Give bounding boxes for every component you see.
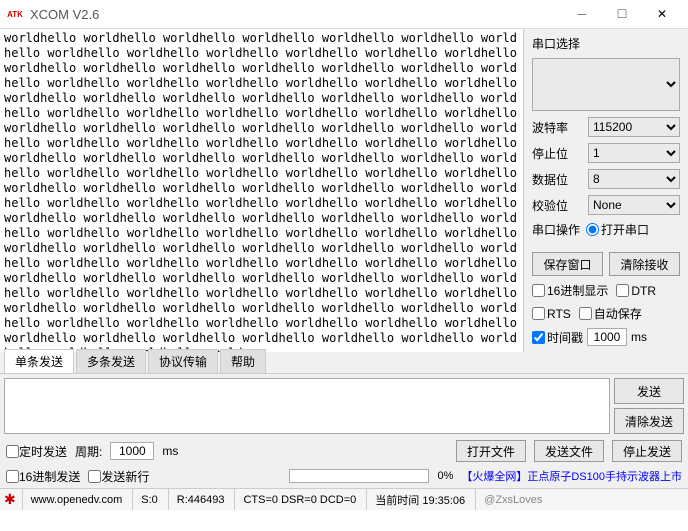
send-newline-checkbox[interactable]: 发送新行 <box>88 468 149 485</box>
send-button[interactable]: 发送 <box>614 378 684 404</box>
clear-recv-button[interactable]: 清除接收 <box>609 252 680 276</box>
stop-send-button[interactable]: 停止发送 <box>612 440 682 462</box>
send-tabs: 单条发送 多条发送 协议传输 帮助 <box>0 352 688 374</box>
tab-single-send[interactable]: 单条发送 <box>4 349 74 373</box>
tab-multi-send[interactable]: 多条发送 <box>76 349 146 373</box>
hex-display-checkbox[interactable]: 16进制显示 <box>532 282 608 299</box>
period-label: 周期: <box>75 443 102 460</box>
status-r: R:446493 <box>168 489 233 510</box>
baud-select[interactable]: 115200 <box>588 117 680 137</box>
autosave-checkbox[interactable]: 自动保存 <box>579 305 642 322</box>
gear-icon[interactable]: ✱ <box>4 491 20 508</box>
dtr-checkbox[interactable]: DTR <box>616 284 656 298</box>
ms-label-2: ms <box>162 444 178 458</box>
baud-label: 波特率 <box>532 119 582 136</box>
rts-checkbox[interactable]: RTS <box>532 307 571 321</box>
promo-link[interactable]: 【火爆全网】正点原子DS100手持示波器上市 <box>461 468 682 484</box>
titlebar: ATK XCOM V2.6 ─ ☐ ✕ <box>0 0 688 29</box>
port-select-label: 串口选择 <box>532 35 680 52</box>
op-label: 串口操作 <box>532 221 582 238</box>
port-select[interactable] <box>532 58 680 111</box>
send-file-button[interactable]: 发送文件 <box>534 440 604 462</box>
timestamp-checkbox[interactable]: 时间戳 <box>532 329 583 346</box>
timed-send-checkbox[interactable]: 定时发送 <box>6 443 67 460</box>
close-button[interactable]: ✕ <box>642 0 682 28</box>
timestamp-input[interactable] <box>587 328 627 346</box>
serial-settings-panel: 串口选择 波特率 115200 停止位 1 数据位 8 校验位 None 串口操… <box>523 29 688 352</box>
parity-label: 校验位 <box>532 197 582 214</box>
tab-help[interactable]: 帮助 <box>220 349 266 373</box>
stop-select[interactable]: 1 <box>588 143 680 163</box>
data-select[interactable]: 8 <box>588 169 680 189</box>
save-window-button[interactable]: 保存窗口 <box>532 252 603 276</box>
status-cts: CTS=0 DSR=0 DCD=0 <box>234 489 364 510</box>
open-file-button[interactable]: 打开文件 <box>456 440 526 462</box>
data-label: 数据位 <box>532 171 582 188</box>
status-url[interactable]: www.openedv.com <box>22 489 131 510</box>
status-bar: ✱ www.openedv.com S:0 R:446493 CTS=0 DSR… <box>0 488 688 510</box>
maximize-button[interactable]: ☐ <box>602 0 642 28</box>
parity-select[interactable]: None <box>588 195 680 215</box>
minimize-button[interactable]: ─ <box>562 0 602 28</box>
progress-bar <box>289 469 429 483</box>
progress-pct: 0% <box>437 470 453 482</box>
ms-label: ms <box>631 330 647 344</box>
tab-protocol[interactable]: 协议传输 <box>148 349 218 373</box>
window-title: XCOM V2.6 <box>30 7 562 22</box>
hex-send-checkbox[interactable]: 16进制发送 <box>6 468 80 485</box>
send-textarea[interactable] <box>4 378 610 434</box>
status-time: 当前时间 19:35:06 <box>366 489 473 510</box>
app-logo: ATK <box>6 6 24 22</box>
period-input[interactable] <box>110 442 154 460</box>
status-s: S:0 <box>132 489 166 510</box>
open-port-radio[interactable]: 打开串口 <box>586 221 649 238</box>
watermark: @ZxsLoves <box>475 489 550 510</box>
terminal-output[interactable]: worldhello worldhello worldhello worldhe… <box>0 29 523 352</box>
clear-send-button[interactable]: 清除发送 <box>614 408 684 434</box>
stop-label: 停止位 <box>532 145 582 162</box>
